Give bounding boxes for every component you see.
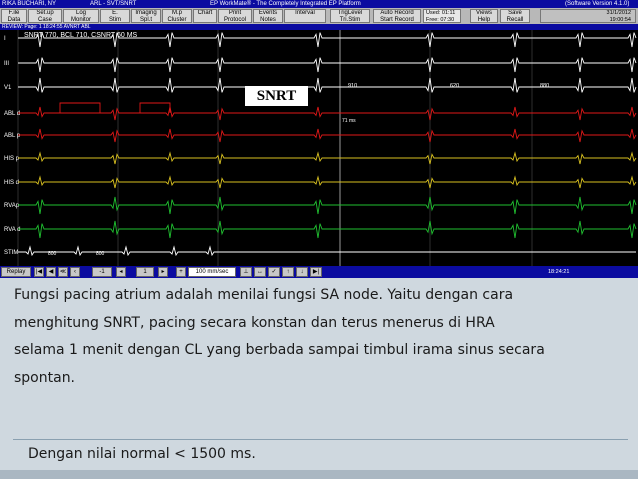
waveform-trace [18, 220, 637, 239]
end-icon[interactable]: ▶| [310, 267, 322, 277]
save-recall-button[interactable]: Save Recall [500, 9, 530, 23]
marker-icon[interactable]: ✓ [268, 267, 280, 277]
page-one-button[interactable]: 1 [136, 267, 154, 277]
waveform-trace [18, 151, 637, 165]
step-forward-icon[interactable]: ▸ [158, 267, 168, 277]
waveform-trace [18, 57, 637, 73]
file-data-button[interactable]: F.ile Data [1, 9, 27, 23]
imaging-split-button[interactable]: Imaging Spl.t [131, 9, 161, 23]
print-protocol-button[interactable]: Print Protocol [218, 9, 252, 23]
trig-level-button[interactable]: TrigLevel Tri.Stim [330, 9, 370, 23]
main-toolbar: F.ile Data Set.up Case Log Monitor E. Stim I… [0, 8, 638, 25]
map-cluster-button[interactable]: M.p Cluster [162, 9, 192, 23]
snrt-overlay-label: SNRT [245, 86, 308, 106]
storage-info: Used: 01:11 Free: 07:30 [423, 9, 461, 23]
waveform-trace [18, 128, 637, 143]
down-arrow-icon[interactable]: ↓ [296, 267, 308, 277]
slide-description: Fungsi pacing atrium adalah menilai fung… [14, 282, 626, 442]
stim-label: 800 [96, 251, 105, 257]
page-minus-button[interactable]: -1 [92, 267, 112, 277]
rewind-icon[interactable]: ≪ [58, 267, 68, 277]
zoom-in-icon[interactable]: + [176, 267, 186, 277]
slide-divider [13, 439, 628, 440]
review-time: 18:24:21 [548, 268, 588, 276]
channel-label: STIM [4, 250, 18, 256]
software-version: (Software Version 4.1.0) [565, 1, 630, 7]
back-icon[interactable]: ‹ [70, 267, 80, 277]
measure-icon[interactable]: ↔ [254, 267, 266, 277]
chart-button[interactable]: Chart [193, 9, 217, 23]
first-page-icon[interactable]: |◀ [34, 267, 44, 277]
normal-value-text: Dengan nilai normal < 1500 ms. [28, 446, 256, 462]
waveform-trace [18, 106, 637, 121]
waveform-trace [18, 245, 636, 257]
replay-button[interactable]: Replay [1, 267, 31, 277]
app-title: EP WorkMate® - The Completely Integrated… [210, 1, 361, 7]
description-line-4: spontan. [14, 369, 76, 386]
interval-button[interactable]: Interval [284, 9, 326, 23]
log-monitor-button[interactable]: Log Monitor [63, 9, 99, 23]
channel-label: V1 [4, 85, 12, 91]
slide-footer-band [0, 470, 638, 479]
channel-label: ABL d [4, 111, 20, 117]
stim-label: 800 [48, 251, 57, 257]
step-back-icon[interactable]: ◂ [116, 267, 126, 277]
prev-page-icon[interactable]: ◀ [46, 267, 56, 277]
views-help-button[interactable]: Views Help [470, 9, 498, 23]
interval-label: 620 [450, 83, 459, 89]
auto-record-button[interactable]: Auto Record Start Record [373, 9, 421, 23]
stim-button[interactable]: E. Stim [100, 9, 130, 23]
ecg-waveforms: SNRT 770, BCL 710, CSNRT 60 MSIIIIV1ABL … [4, 30, 637, 266]
channel-label: I [4, 36, 6, 42]
channel-label: III [4, 61, 9, 67]
patient-name: RIKA BUCHARI, NY [2, 1, 57, 7]
channel-label: ABL p [4, 133, 21, 139]
channel-label: RVA d [4, 227, 20, 233]
caliper-icon[interactable]: ⊥ [240, 267, 252, 277]
procedure-name: ARL - SVT/SNRT [90, 1, 137, 7]
interval-label: 880 [540, 83, 549, 89]
ecg-tracing-panel[interactable]: SNRT 770, BCL 710, CSNRT 60 MS I III V1 ABL … [0, 30, 638, 266]
interval-label: 910 [348, 83, 357, 89]
abl-pacing-artifact [59, 102, 101, 113]
window-title-bar: RIKA BUCHARI, NY ARL - SVT/SNRT EP WorkM… [0, 0, 638, 8]
date-time-display: 31/1/2012 19:00:54 [540, 9, 636, 23]
waveform-trace [18, 196, 637, 215]
up-arrow-icon[interactable]: ↑ [282, 267, 294, 277]
review-controls-bar: Replay |◀ ◀ ≪ ‹ -1 ◂ 1 ▸ + 100 mm/sec ⊥ … [0, 266, 638, 278]
channel-label: HIS d [4, 180, 19, 186]
description-line-2: menghitung SNRT, pacing secara konstan d… [14, 314, 495, 331]
events-notes-button[interactable]: Events Notes [253, 9, 283, 23]
ms-label: 71 ms [342, 118, 356, 124]
channel-label: RVAp [4, 203, 20, 209]
waveform-trace [18, 175, 637, 189]
channel-label: HIS p [4, 156, 20, 162]
speed-select[interactable]: 100 mm/sec [188, 267, 236, 277]
setup-case-button[interactable]: Set.up Case [28, 9, 62, 23]
description-line-1: Fungsi pacing atrium adalah menilai fung… [14, 287, 514, 303]
abl-pacing-artifact [139, 102, 171, 113]
description-line-3: selama 1 menit dengan CL yang berbada sa… [14, 342, 545, 358]
